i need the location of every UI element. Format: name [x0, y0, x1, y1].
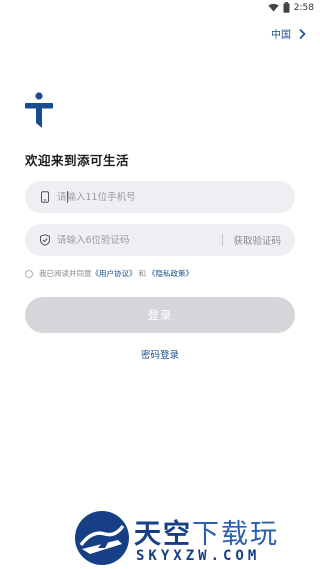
watermark-title: 天空下载玩 — [134, 512, 279, 551]
watermark-title-part2: 下载玩 — [192, 519, 279, 550]
agreement-prefix: 我已阅读并同意 — [39, 269, 92, 278]
code-input[interactable] — [57, 234, 223, 246]
login-button[interactable]: 登录 — [25, 297, 295, 333]
privacy-policy-link[interactable]: 《隐私政策》 — [148, 268, 193, 279]
watermark-logo — [75, 511, 129, 565]
chevron-right-icon — [299, 28, 306, 39]
password-login-link[interactable]: 密码登录 — [0, 347, 320, 361]
watermark: 天空下载玩 SKYXZW.COM — [72, 508, 312, 568]
watermark-title-part1: 天空 — [134, 519, 192, 550]
region-selector[interactable]: 中国 — [271, 26, 306, 41]
phone-icon — [41, 191, 49, 203]
user-agreement-link[interactable]: 《用户协议》 — [92, 268, 137, 279]
status-time: 2:58 — [293, 2, 314, 13]
phone-field — [25, 181, 295, 213]
wifi-icon — [268, 3, 279, 12]
status-indicators: 2:58 — [268, 2, 314, 13]
field-divider — [222, 234, 224, 246]
status-bar: 2:58 — [0, 0, 320, 18]
agreement-row: 我已阅读并同意 《用户协议》 和 《隐私政策》 — [25, 268, 193, 279]
agreement-checkbox[interactable] — [25, 269, 33, 278]
app-logo — [25, 92, 53, 128]
phone-input[interactable] — [57, 191, 295, 203]
agreement-and: 和 — [138, 269, 147, 278]
welcome-title: 欢迎来到添可生活 — [25, 153, 130, 168]
watermark-domain: SKYXZW.COM — [136, 548, 261, 564]
text-cursor — [67, 191, 68, 203]
region-label: 中国 — [271, 30, 291, 41]
code-field: 获取验证码 — [25, 224, 295, 256]
battery-icon — [283, 2, 290, 13]
get-code-button[interactable]: 获取验证码 — [233, 233, 281, 247]
shield-icon — [40, 234, 50, 246]
